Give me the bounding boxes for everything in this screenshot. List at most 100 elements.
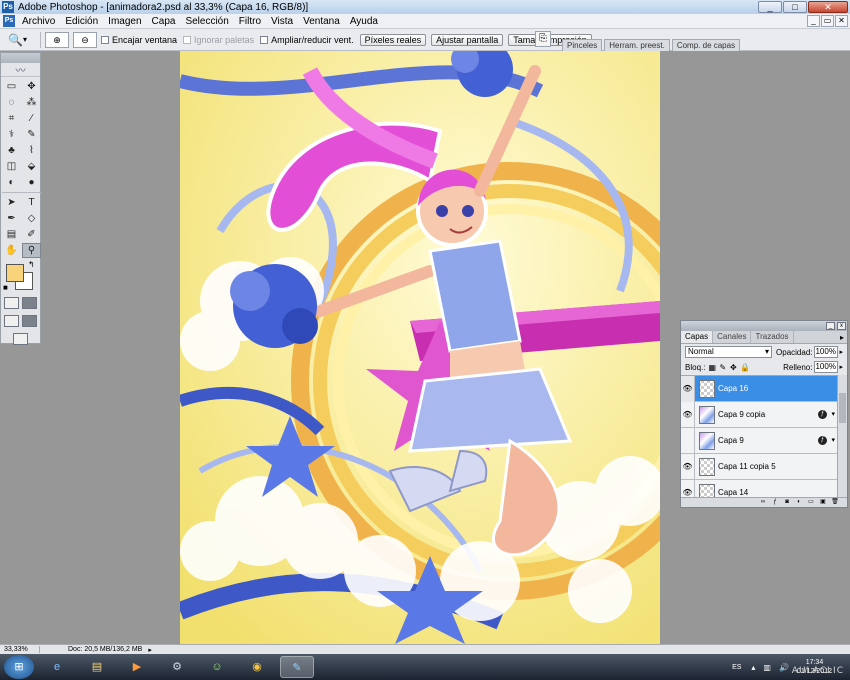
menu-capa[interactable]: Capa: [147, 16, 181, 27]
menu-edicion[interactable]: Edición: [60, 16, 103, 27]
layer-name[interactable]: Capa 11 copia 5: [718, 462, 776, 471]
lock-pixels-icon[interactable]: ✎: [719, 363, 727, 372]
volume-icon[interactable]: 🔊: [779, 663, 789, 672]
layer-row[interactable]: 👁 Capa 9 copia ƒ ▾: [681, 401, 837, 428]
zoom-level[interactable]: 33,33%: [0, 646, 40, 653]
ajustar-pantalla-button[interactable]: Ajustar pantalla: [431, 33, 504, 46]
file-explorer-icon[interactable]: ▤: [80, 656, 114, 678]
swap-colors-icon[interactable]: ↰: [28, 260, 35, 269]
menu-vista[interactable]: Vista: [266, 16, 298, 27]
menu-ayuda[interactable]: Ayuda: [345, 16, 383, 27]
brush-tool[interactable]: ✎: [22, 127, 41, 142]
layer-name[interactable]: Capa 9 copia: [718, 410, 765, 419]
default-colors-icon[interactable]: ■: [3, 283, 8, 292]
feather-icon[interactable]: 〰: [1, 63, 40, 77]
eyedropper-tool[interactable]: ✐: [22, 227, 41, 242]
visibility-eye-icon[interactable]: 👁: [681, 401, 695, 428]
hand-tool[interactable]: ✋: [2, 243, 21, 258]
network-icon[interactable]: ▥: [763, 663, 771, 672]
messenger-icon[interactable]: ☺: [200, 656, 234, 678]
status-menu-icon[interactable]: ▸: [148, 646, 152, 654]
menu-seleccion[interactable]: Selección: [180, 16, 233, 27]
panel-titlebar[interactable]: _ x: [681, 321, 847, 331]
doc-minimize-button[interactable]: _: [807, 15, 820, 27]
panel-close-button[interactable]: x: [837, 322, 846, 330]
link-layers-icon[interactable]: ∞: [759, 499, 767, 506]
layer-mask-icon[interactable]: ◙: [783, 499, 791, 506]
menu-filtro[interactable]: Filtro: [234, 16, 266, 27]
tab-trazados[interactable]: Trazados: [751, 331, 794, 343]
language-indicator[interactable]: ES: [732, 664, 741, 671]
tab-capas[interactable]: Capas: [681, 331, 714, 343]
layer-row[interactable]: Capa 9 ƒ ▾: [681, 427, 837, 454]
zoom-in-button[interactable]: ⊕: [45, 31, 69, 48]
effects-expand-icon[interactable]: ▾: [831, 410, 835, 418]
adjustment-layer-icon[interactable]: ◐: [795, 499, 803, 506]
minimize-button[interactable]: _: [758, 1, 782, 13]
paint-bucket-tool[interactable]: ⬙: [22, 159, 41, 174]
foreground-color[interactable]: [6, 264, 24, 282]
layers-scrollbar[interactable]: [837, 375, 847, 499]
history-brush-tool[interactable]: ⌇: [22, 143, 41, 158]
chrome-icon[interactable]: ◉: [240, 656, 274, 678]
layer-style-icon[interactable]: ƒ: [771, 499, 779, 506]
tab-comp-capas[interactable]: Comp. de capas: [671, 39, 741, 51]
visibility-eye-icon[interactable]: [681, 427, 695, 454]
visibility-eye-icon[interactable]: 👁: [681, 453, 695, 480]
pen-tool[interactable]: ✒: [2, 211, 21, 226]
fill-arrow-icon[interactable]: ▸: [839, 363, 843, 371]
lock-all-icon[interactable]: 🔒: [740, 363, 750, 372]
tray-arrow-icon[interactable]: ▴: [751, 663, 755, 672]
close-button[interactable]: ✕: [808, 1, 848, 13]
maximize-button[interactable]: □: [783, 1, 807, 13]
new-group-icon[interactable]: ▭: [807, 499, 815, 506]
move-tool[interactable]: ✥: [22, 79, 41, 94]
layer-name[interactable]: Capa 16: [718, 384, 748, 393]
lock-transparency-icon[interactable]: ▦: [708, 363, 716, 372]
opacity-arrow-icon[interactable]: ▸: [839, 348, 843, 356]
layer-effects-icon[interactable]: ƒ: [818, 410, 827, 419]
clone-stamp-tool[interactable]: ♣: [2, 143, 21, 158]
eraser-tool[interactable]: ◫: [2, 159, 21, 174]
checkbox-box[interactable]: [101, 35, 109, 44]
fill-input[interactable]: 100%: [814, 361, 839, 373]
standard-mode-button[interactable]: [4, 297, 20, 309]
magic-wand-tool[interactable]: ⁂: [22, 95, 41, 110]
type-tool[interactable]: T: [22, 195, 41, 210]
media-player-icon[interactable]: ▶: [120, 656, 154, 678]
layer-name[interactable]: Capa 9: [718, 436, 744, 445]
lock-position-icon[interactable]: ✥: [730, 363, 738, 372]
doc-restore-button[interactable]: ▭: [821, 15, 834, 27]
new-layer-icon[interactable]: ▣: [819, 499, 827, 506]
system-tool-icon[interactable]: ⚙: [160, 656, 194, 678]
blend-mode-select[interactable]: Normal: [685, 346, 773, 358]
menu-ventana[interactable]: Ventana: [298, 16, 345, 27]
bridge-icon[interactable]: ⎘: [535, 31, 551, 47]
layer-row[interactable]: 👁 Capa 11 copia 5: [681, 453, 837, 480]
start-button[interactable]: ⊞: [4, 655, 34, 679]
pixeles-reales-button[interactable]: Píxeles reales: [359, 33, 427, 46]
layer-row[interactable]: 👁 Capa 16: [681, 376, 837, 402]
tab-canales[interactable]: Canales: [713, 331, 752, 343]
zoom-tool[interactable]: ⚲: [22, 243, 41, 258]
slice-tool[interactable]: ∕: [22, 111, 41, 126]
panel-minimize-button[interactable]: _: [826, 322, 835, 330]
lasso-tool[interactable]: ◌: [2, 95, 21, 110]
marquee-tool[interactable]: ▭: [2, 79, 21, 94]
document-icon[interactable]: Ps: [3, 15, 15, 27]
crop-tool[interactable]: ⌗: [2, 111, 21, 126]
screen-mode-standard-button[interactable]: [4, 315, 20, 327]
blur-tool[interactable]: ◐: [2, 175, 21, 190]
dodge-tool[interactable]: ●: [22, 175, 41, 190]
jump-to-imageready-button[interactable]: [13, 333, 28, 345]
panel-menu-icon[interactable]: ▸: [840, 333, 844, 342]
document-canvas[interactable]: [180, 51, 660, 644]
shape-tool[interactable]: ◇: [22, 211, 41, 226]
menu-archivo[interactable]: Archivo: [17, 16, 60, 27]
menu-imagen[interactable]: Imagen: [103, 16, 146, 27]
photoshop-taskbar-icon[interactable]: ✎: [280, 656, 314, 678]
scroll-thumb[interactable]: [839, 393, 846, 423]
notes-tool[interactable]: ▤: [2, 227, 21, 242]
healing-brush-tool[interactable]: ⚕: [2, 127, 21, 142]
zoom-tool-preset[interactable]: 🔍 ▾: [8, 31, 36, 49]
